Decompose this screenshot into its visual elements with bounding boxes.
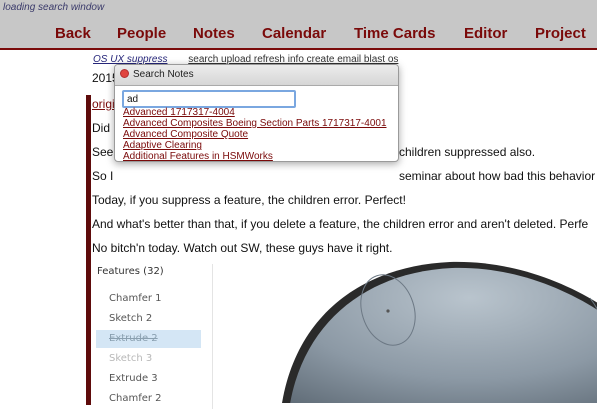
nav-people-link[interactable]: People (117, 25, 166, 42)
feature-item-extrude-3[interactable]: Extrude 3 (96, 370, 201, 388)
original-link[interactable]: origi (92, 97, 115, 111)
features-panel: Features (32) Chamfer 1 Sketch 2 Extrude… (96, 262, 216, 409)
search-result-item[interactable]: Advanced 1717317-4004 (123, 107, 235, 118)
paragraph-delete: And what's better than that, if you dele… (92, 217, 589, 231)
nav-notes-link[interactable]: Notes (193, 25, 235, 42)
so-text: So I (92, 169, 114, 183)
feature-item-chamfer-2[interactable]: Chamfer 2 (96, 390, 201, 408)
nav-editor-link[interactable]: Editor (464, 25, 507, 42)
top-nav-bar: loading search window Back People Notes … (0, 0, 597, 50)
search-notes-input[interactable] (122, 90, 296, 108)
status-text: loading search window (3, 2, 105, 13)
cad-model-view[interactable] (220, 258, 597, 403)
nav-back-link[interactable]: Back (55, 25, 91, 42)
seen-tail-text: children suppressed also. (399, 145, 536, 159)
dialog-title: Search Notes (133, 69, 194, 80)
cad-model-render (282, 261, 597, 403)
paragraph-closing: No bitch'n today. Watch out SW, these gu… (92, 241, 393, 255)
nav-project-link[interactable]: Project (535, 25, 586, 42)
feature-item-extrude-2[interactable]: Extrude 2 (96, 330, 201, 348)
search-result-item[interactable]: Advanced Composites Boeing Section Parts… (123, 118, 387, 129)
close-icon[interactable] (120, 69, 129, 78)
did-text: Did (92, 121, 111, 135)
features-header: Features (32) (97, 266, 164, 277)
search-result-item[interactable]: Additional Features in HSMWorks (123, 151, 273, 161)
feature-item-sketch-2[interactable]: Sketch 2 (96, 310, 201, 328)
search-notes-dialog: Search Notes Advanced 1717317-4004 Advan… (114, 64, 399, 162)
nav-timecards-link[interactable]: Time Cards (354, 25, 435, 42)
feature-item-chamfer-1[interactable]: Chamfer 1 (96, 290, 201, 308)
search-result-item[interactable]: Adaptive Clearing (123, 140, 202, 151)
so-tail-text: seminar about how bad this behavior w (399, 169, 597, 183)
feature-item-sketch-3[interactable]: Sketch 3 (96, 350, 201, 368)
panel-divider (212, 264, 213, 409)
dialog-titlebar[interactable]: Search Notes (115, 65, 398, 86)
nav-calendar-link[interactable]: Calendar (262, 25, 326, 42)
search-result-item[interactable]: Advanced Composite Quote (123, 129, 248, 140)
paragraph-suppress: Today, if you suppress a feature, the ch… (92, 193, 406, 207)
left-accent-bar (86, 95, 91, 405)
